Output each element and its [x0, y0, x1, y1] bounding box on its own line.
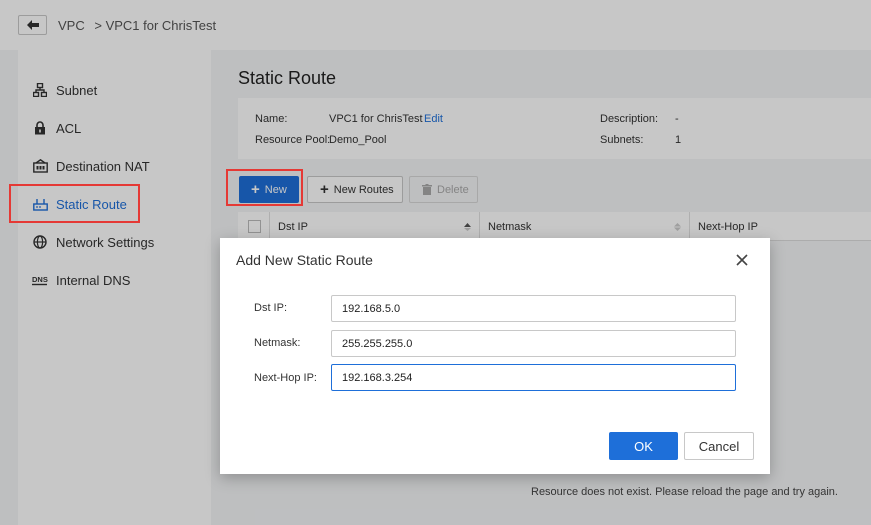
- add-static-route-dialog: Add New Static Route Dst IP: Netmask: Ne…: [220, 238, 770, 474]
- close-icon: [736, 254, 748, 266]
- dialog-title: Add New Static Route: [236, 252, 373, 268]
- netmask-label: Netmask:: [254, 337, 301, 349]
- next-hop-ip-label: Next-Hop IP:: [254, 372, 317, 384]
- next-hop-ip-input[interactable]: [331, 364, 736, 391]
- dst-ip-label: Dst IP:: [254, 302, 288, 314]
- ok-button[interactable]: OK: [609, 432, 678, 460]
- dst-ip-input[interactable]: [331, 295, 736, 322]
- cancel-button[interactable]: Cancel: [684, 432, 754, 460]
- close-button[interactable]: [734, 252, 750, 268]
- netmask-input[interactable]: [331, 330, 736, 357]
